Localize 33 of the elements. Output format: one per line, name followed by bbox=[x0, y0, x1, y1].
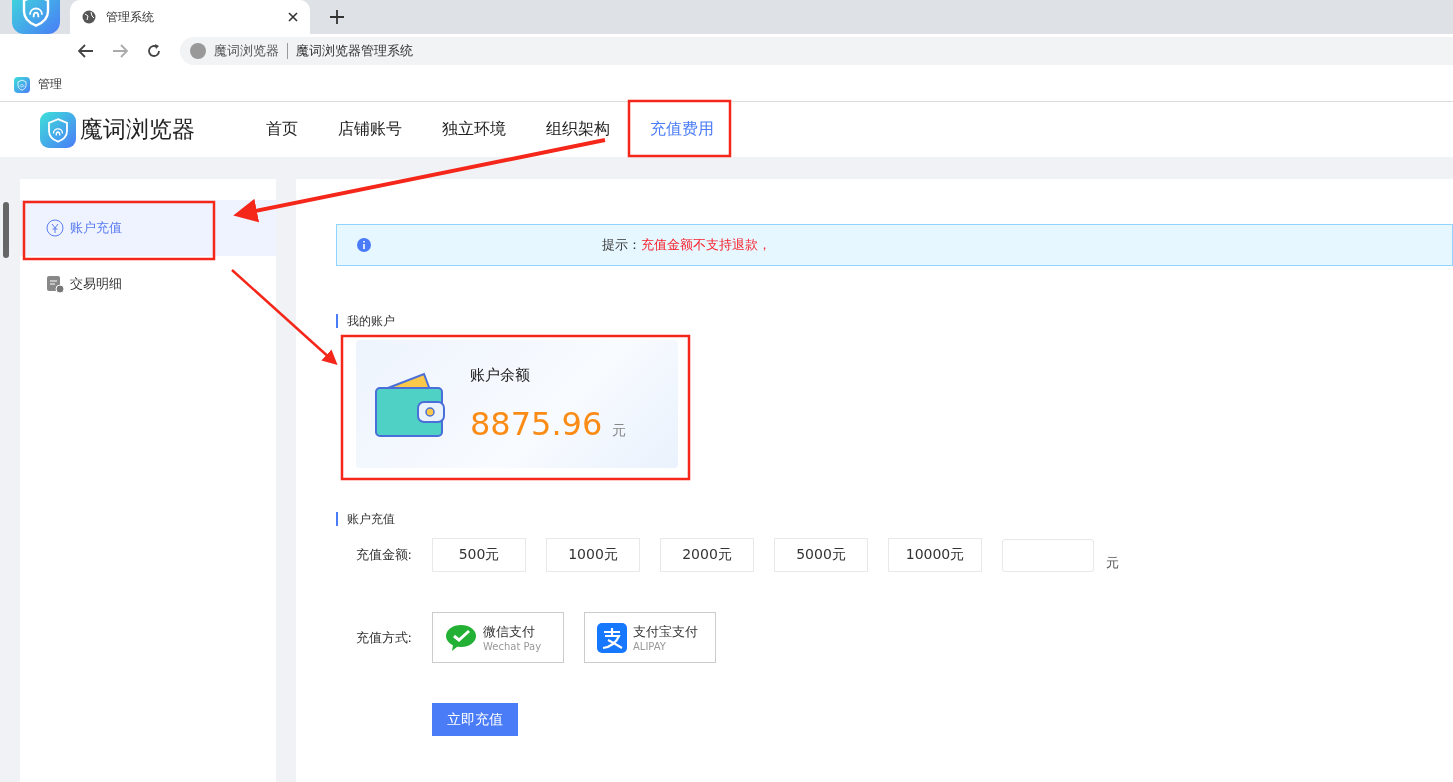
recharge-button[interactable]: 立即充值 bbox=[432, 703, 518, 736]
sidebar-item[interactable]: 账户充值 bbox=[20, 200, 276, 256]
section-title: 我的账户 bbox=[336, 314, 1453, 328]
amount-option[interactable]: 500元 bbox=[432, 538, 526, 572]
balance-label: 账户余额 bbox=[470, 365, 531, 385]
sidebar-label: 账户充值 bbox=[70, 219, 122, 237]
payment-option[interactable]: 支付宝支付 ALIPAY bbox=[584, 612, 716, 663]
nav-tab[interactable]: 首页 bbox=[246, 102, 318, 157]
amount-option[interactable]: 1000元 bbox=[546, 538, 640, 572]
currency-unit: 元 bbox=[1106, 554, 1119, 572]
address-bar[interactable]: 魔词浏览器 魔词浏览器管理系统 bbox=[180, 37, 1453, 65]
balance-amount: 8875.96 bbox=[470, 404, 603, 443]
payment-option[interactable]: 微信支付 Wechat Pay bbox=[432, 612, 564, 663]
logo-text: 魔词浏览器 bbox=[80, 115, 195, 144]
amount-option[interactable]: 2000元 bbox=[660, 538, 754, 572]
amount-option[interactable]: 10000元 bbox=[888, 538, 982, 572]
site-name: 魔词浏览器 bbox=[214, 42, 279, 60]
notice-text: 提示：充值金额不支持退款， bbox=[601, 236, 772, 254]
bookmark-link[interactable]: 管理 bbox=[38, 76, 62, 93]
sidebar-item[interactable]: 交易明细 bbox=[20, 256, 276, 312]
nav-tab[interactable]: 充值费用 bbox=[630, 102, 734, 157]
section-title: 账户充值 bbox=[336, 512, 1453, 526]
nav-tab[interactable]: 店铺账号 bbox=[318, 102, 422, 157]
sidebar-label: 交易明细 bbox=[70, 275, 122, 293]
currency-unit: 元 bbox=[612, 421, 627, 440]
browser-tab[interactable]: 管理系统 bbox=[70, 0, 310, 34]
page-title: 魔词浏览器管理系统 bbox=[296, 42, 413, 60]
tab-title: 管理系统 bbox=[106, 8, 155, 26]
nav-tab[interactable]: 组织架构 bbox=[526, 102, 630, 157]
amount-option[interactable]: 5000元 bbox=[774, 538, 868, 572]
nav-tab[interactable]: 独立环境 bbox=[422, 102, 526, 157]
field-label: 充值金额: bbox=[354, 546, 412, 564]
field-label: 充值方式: bbox=[354, 628, 412, 647]
